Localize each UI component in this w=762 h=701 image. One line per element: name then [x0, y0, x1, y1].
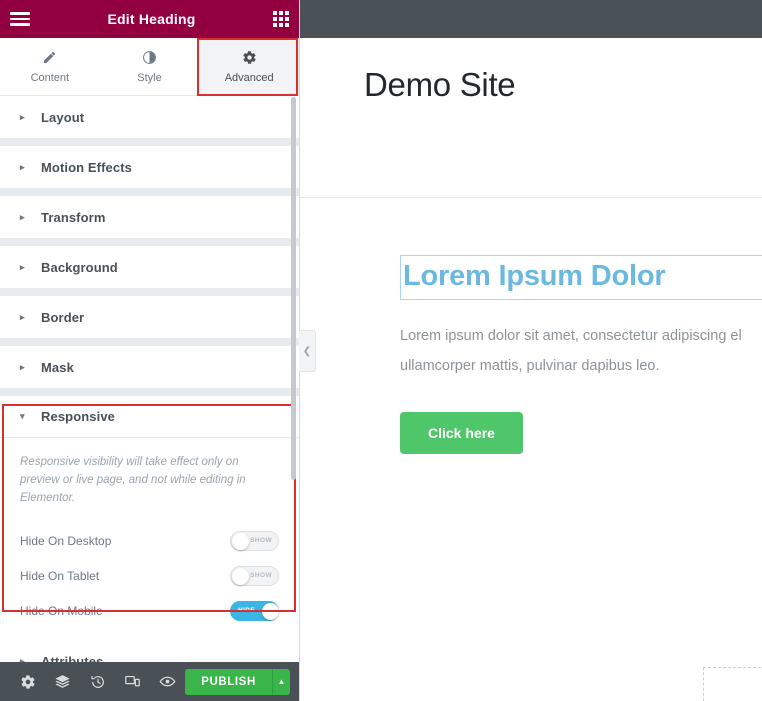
elementor-editor: Edit Heading Content Style Advanced ▸ La… [0, 0, 762, 701]
toggle-knob [262, 602, 279, 620]
section-background-header[interactable]: ▸ Background [0, 246, 299, 288]
tab-content[interactable]: Content [0, 38, 100, 95]
section-transform-label: Transform [41, 209, 106, 225]
chevron-up-icon[interactable]: ▲ [271, 668, 290, 695]
hide-on-mobile-state: HIDE [238, 607, 256, 615]
panel-scrollbar[interactable] [291, 97, 296, 480]
section-motion-effects-label: Motion Effects [41, 159, 132, 175]
panel-footer-toolbar: PUBLISH ▲ [0, 662, 299, 701]
heading-widget-text: Lorem Ipsum Dolor [403, 260, 666, 292]
site-title: Demo Site [364, 66, 516, 103]
history-clock-icon[interactable] [80, 662, 115, 701]
chevron-right-icon: ▸ [20, 311, 25, 322]
section-background: ▸ Background [0, 246, 299, 296]
section-mask-header[interactable]: ▸ Mask [0, 346, 299, 388]
section-mask: ▸ Mask [0, 346, 299, 396]
toggle-knob [232, 532, 249, 550]
responsive-help-text: Responsive visibility will take effect o… [20, 456, 246, 504]
section-motion-effects: ▸ Motion Effects [0, 146, 299, 196]
publish-button[interactable]: PUBLISH [185, 668, 272, 695]
editor-canvas: Demo Site Lorem Ipsum Dolor Lorem ipsum … [300, 0, 762, 701]
section-transform: ▸ Transform [0, 196, 299, 246]
hide-on-desktop-toggle[interactable]: SHOW [230, 530, 279, 551]
section-transform-header[interactable]: ▸ Transform [0, 196, 299, 238]
elementor-panel: Edit Heading Content Style Advanced ▸ La… [0, 0, 300, 701]
chevron-right-icon: ▸ [20, 211, 25, 222]
hide-on-desktop-label: Hide On Desktop [20, 533, 112, 548]
chevron-down-icon: ▾ [20, 411, 25, 421]
hide-on-mobile-toggle[interactable]: HIDE [230, 600, 279, 621]
section-responsive-header[interactable]: ▾ Responsive [0, 396, 299, 438]
tab-style[interactable]: Style [100, 38, 200, 95]
chevron-left-icon[interactable]: ❮ [299, 330, 316, 372]
publish-group: PUBLISH ▲ [185, 668, 290, 695]
grid-icon[interactable] [273, 11, 289, 27]
hamburger-icon[interactable] [10, 12, 30, 26]
canvas-topbar [300, 0, 762, 38]
panel-sections: ▸ Layout ▸ Motion Effects ▸ Transform ▸ [0, 96, 299, 701]
section-border: ▸ Border [0, 296, 299, 346]
control-hide-on-mobile: Hide On Mobile HIDE [20, 593, 279, 628]
tab-advanced-label: Advanced [224, 72, 274, 84]
responsive-mode-icon[interactable] [115, 662, 150, 701]
section-background-label: Background [41, 259, 118, 275]
contrast-icon [142, 49, 157, 65]
click-here-button[interactable]: Click here [400, 411, 523, 454]
hide-on-mobile-label: Hide On Mobile [20, 603, 103, 618]
hide-on-tablet-label: Hide On Tablet [20, 568, 100, 583]
page-content: Lorem Ipsum Dolor Lorem ipsum dolor sit … [300, 255, 762, 454]
hide-on-tablet-state: SHOW [250, 572, 272, 580]
hide-on-desktop-state: SHOW [250, 537, 272, 545]
section-responsive: ▾ Responsive Responsive visibility will … [0, 396, 299, 641]
pencil-icon [42, 49, 57, 65]
section-layout-label: Layout [41, 109, 85, 125]
control-hide-on-tablet: Hide On Tablet SHOW [20, 558, 279, 593]
chevron-right-icon: ▸ [20, 361, 25, 372]
widget-dropzone[interactable] [703, 667, 762, 701]
section-border-label: Border [41, 309, 85, 325]
preview-eye-icon[interactable] [150, 662, 185, 701]
tab-content-label: Content [30, 72, 70, 84]
tab-style-label: Style [137, 72, 162, 84]
section-layout-header[interactable]: ▸ Layout [0, 96, 299, 138]
settings-gear-icon[interactable] [10, 662, 45, 701]
text-widget[interactable]: Lorem ipsum dolor sit amet, consectetur … [400, 322, 762, 381]
chevron-right-icon: ▸ [20, 261, 25, 272]
section-mask-label: Mask [41, 359, 74, 375]
panel-header: Edit Heading [0, 0, 299, 38]
panel-tabs: Content Style Advanced [0, 38, 299, 96]
toggle-knob [232, 567, 249, 585]
section-motion-effects-header[interactable]: ▸ Motion Effects [0, 146, 299, 188]
section-layout: ▸ Layout [0, 96, 299, 146]
gear-icon [242, 49, 257, 65]
tab-advanced[interactable]: Advanced [199, 38, 299, 95]
chevron-right-icon: ▸ [20, 111, 25, 122]
heading-widget[interactable]: Lorem Ipsum Dolor [400, 255, 762, 301]
hide-on-tablet-toggle[interactable]: SHOW [230, 565, 279, 586]
chevron-right-icon: ▸ [20, 161, 25, 172]
page-title: Edit Heading [107, 11, 196, 27]
section-responsive-body: Responsive visibility will take effect o… [0, 438, 299, 640]
section-responsive-label: Responsive [41, 409, 115, 424]
navigator-layers-icon[interactable] [45, 662, 80, 701]
control-hide-on-desktop: Hide On Desktop SHOW [20, 523, 279, 558]
section-border-header[interactable]: ▸ Border [0, 296, 299, 338]
site-header: Demo Site [300, 38, 762, 198]
